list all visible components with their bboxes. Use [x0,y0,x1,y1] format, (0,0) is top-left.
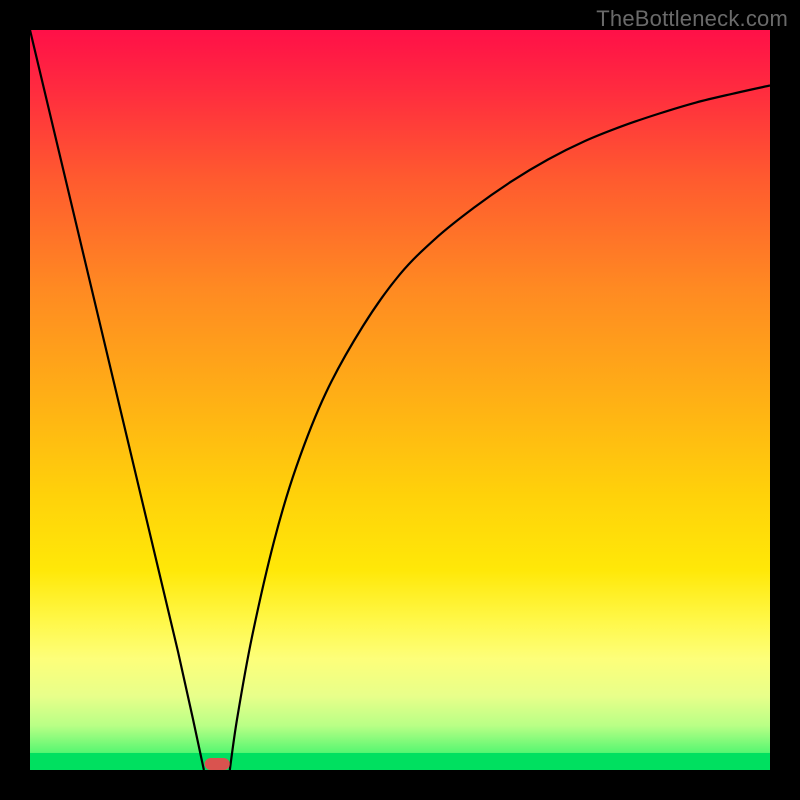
gradient-background [30,30,770,770]
chart-plot-area [30,30,770,770]
watermark-text: TheBottleneck.com [596,6,788,32]
baseline-band [30,753,770,770]
optimal-marker [205,758,230,770]
chart-frame: TheBottleneck.com [0,0,800,800]
chart-svg [30,30,770,770]
